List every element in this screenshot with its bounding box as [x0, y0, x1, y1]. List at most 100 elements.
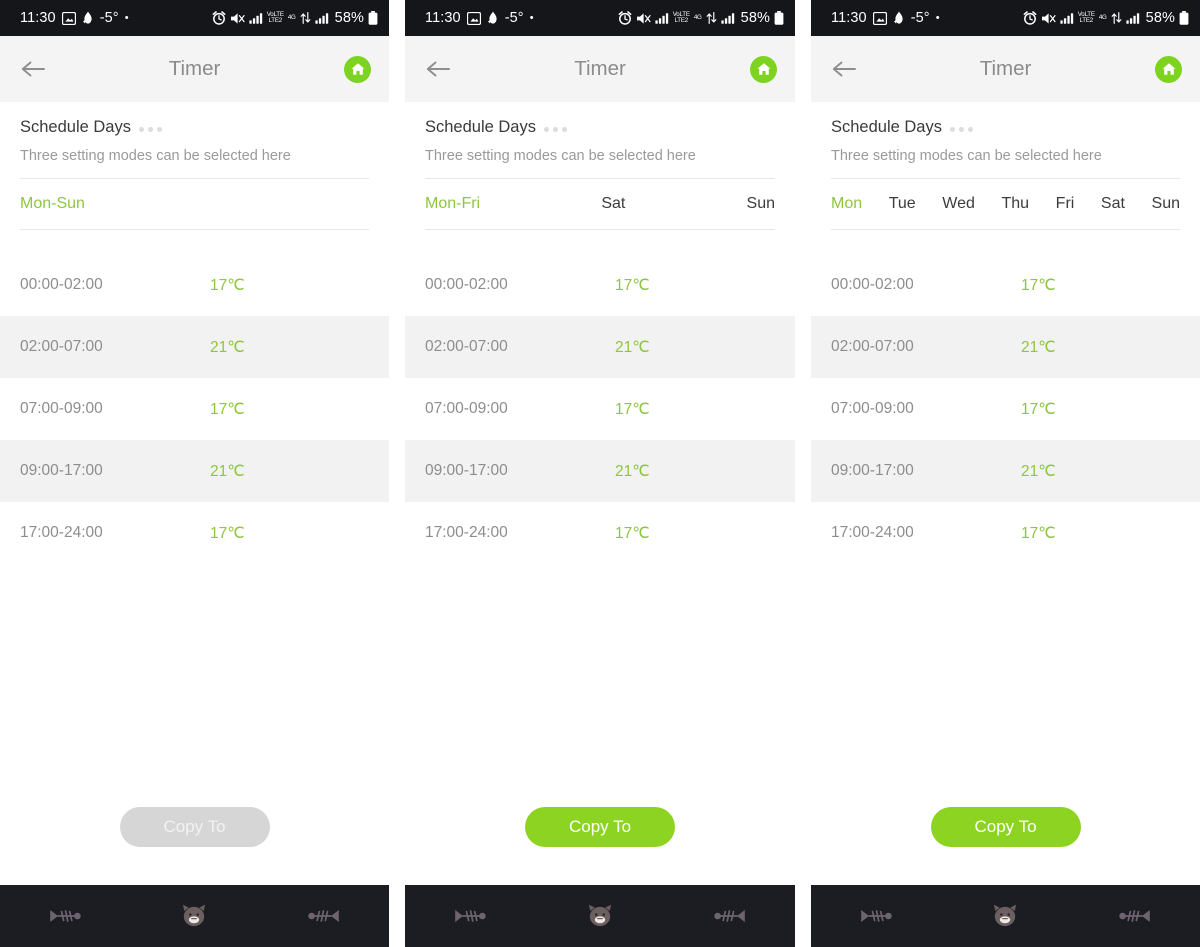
section-title: Schedule Days [425, 118, 536, 136]
table-row[interactable]: 17:00-24:00 17℃ [405, 502, 795, 564]
more-dots-icon[interactable] [543, 124, 567, 132]
schedule-time: 17:00-24:00 [831, 524, 914, 541]
day-tabs: Mon-Sun [20, 178, 369, 230]
home-icon[interactable] [344, 55, 371, 83]
volte-icon: VoLTE LTE2 [672, 10, 690, 24]
day-tab-wed[interactable]: Wed [942, 195, 975, 213]
schedule-temperature: 17℃ [210, 524, 245, 542]
table-row[interactable]: 07:00-09:00 17℃ [811, 378, 1200, 440]
copy-to-button[interactable]: Copy To [525, 807, 675, 847]
home-cat-icon[interactable] [565, 896, 635, 936]
day-tab-mon[interactable]: Mon [831, 195, 862, 213]
section-subtitle: Three setting modes can be selected here [20, 148, 291, 164]
schedule-temperature: 21℃ [1021, 462, 1056, 480]
table-row[interactable]: 02:00-07:00 21℃ [0, 316, 389, 378]
status-time: 11:30 [20, 10, 56, 26]
battery-icon [1179, 11, 1189, 25]
recents-fishbone-icon[interactable] [695, 896, 765, 936]
status-bar: 11:30 -5° • VoLTE LTE2 4G 58% [405, 0, 795, 36]
table-row[interactable]: 17:00-24:00 17℃ [811, 502, 1200, 564]
table-row[interactable]: 17:00-24:00 17℃ [0, 502, 389, 564]
day-tab-sat[interactable]: Sat [1101, 195, 1125, 213]
section-title: Schedule Days [831, 118, 942, 136]
home-icon[interactable] [1155, 55, 1182, 83]
table-row[interactable]: 02:00-07:00 21℃ [405, 316, 795, 378]
battery-percent: 58% [334, 10, 364, 26]
table-row[interactable]: 02:00-07:00 21℃ [811, 316, 1200, 378]
schedule-temperature: 17℃ [1021, 400, 1056, 418]
volte-icon: VoLTE LTE2 [266, 10, 284, 24]
table-row[interactable]: 07:00-09:00 17℃ [0, 378, 389, 440]
table-row[interactable]: 07:00-09:00 17℃ [405, 378, 795, 440]
network-gen-icon: 4G [1098, 13, 1107, 21]
status-bar: 11:30 -5° • VoLTE LTE2 4G 58% [0, 0, 389, 36]
schedule-time: 09:00-17:00 [831, 462, 914, 479]
signal-bars-2-icon [721, 12, 735, 24]
back-arrow-icon[interactable] [18, 54, 48, 84]
schedule-time: 07:00-09:00 [20, 400, 103, 417]
panel-divider [795, 0, 811, 947]
home-cat-icon[interactable] [970, 896, 1040, 936]
schedule-time: 00:00-02:00 [831, 276, 914, 293]
day-tab-mon-sun[interactable]: Mon-Sun [20, 195, 85, 213]
system-nav-bar [405, 885, 795, 947]
back-arrow-icon[interactable] [829, 54, 859, 84]
day-tab-mon-fri[interactable]: Mon-Fri [425, 195, 480, 213]
mute-icon [636, 12, 651, 25]
home-cat-icon[interactable] [159, 896, 229, 936]
table-row[interactable]: 09:00-17:00 21℃ [0, 440, 389, 502]
day-tab-sun[interactable]: Sun [747, 195, 775, 213]
table-row[interactable]: 09:00-17:00 21℃ [811, 440, 1200, 502]
panel-content: Schedule Days Three setting modes can be … [811, 102, 1200, 885]
copy-to-button[interactable]: Copy To [930, 807, 1081, 847]
app-bar: Timer [811, 36, 1200, 102]
schedule-time: 00:00-02:00 [425, 276, 508, 293]
weather-snow-icon [82, 11, 94, 25]
recents-fishbone-icon[interactable] [289, 896, 359, 936]
back-fishbone-icon[interactable] [30, 896, 100, 936]
page-title: Timer [574, 57, 626, 80]
app-bar: Timer [0, 36, 389, 102]
table-row[interactable]: 00:00-02:00 17℃ [811, 254, 1200, 316]
alarm-icon [1023, 11, 1037, 25]
screenshot-icon [872, 11, 887, 25]
network-gen-icon: 4G [287, 13, 296, 21]
status-time: 11:30 [831, 10, 867, 26]
mute-icon [230, 12, 245, 25]
table-row[interactable]: 00:00-02:00 17℃ [405, 254, 795, 316]
data-transfer-icon [300, 12, 311, 24]
schedule-time: 02:00-07:00 [20, 338, 103, 355]
status-bar-right: VoLTE LTE2 4G 58% [1023, 10, 1189, 26]
more-dots-icon[interactable] [138, 124, 162, 132]
back-arrow-icon[interactable] [423, 54, 453, 84]
day-tab-thu[interactable]: Thu [1002, 195, 1030, 213]
home-icon[interactable] [750, 55, 777, 83]
recents-fishbone-icon[interactable] [1100, 896, 1170, 936]
app-bar: Timer [405, 36, 795, 102]
panel-mon-sun: 11:30 -5° • VoLTE LTE2 4G 58% Timer Schedule Day… [0, 0, 389, 947]
back-fishbone-icon[interactable] [435, 896, 505, 936]
back-fishbone-icon[interactable] [841, 896, 911, 936]
day-tab-tue[interactable]: Tue [889, 195, 916, 213]
signal-bars-icon [249, 12, 263, 24]
day-tab-sat[interactable]: Sat [601, 195, 625, 213]
schedule-time: 02:00-07:00 [425, 338, 508, 355]
schedule-days-section: Schedule Days Three setting modes can be … [811, 102, 1200, 164]
panel-each-day: 11:30 -5° • VoLTE LTE2 4G 58% Timer Schedule Day… [811, 0, 1200, 947]
more-dots-icon[interactable] [949, 124, 973, 132]
schedule-list: 00:00-02:00 17℃ 02:00-07:00 21℃ 07:00-09:00 1… [0, 254, 389, 564]
table-row[interactable]: 00:00-02:00 17℃ [0, 254, 389, 316]
status-bar-right: VoLTE LTE2 4G 58% [212, 10, 378, 26]
schedule-temperature: 21℃ [615, 338, 650, 356]
table-row[interactable]: 09:00-17:00 21℃ [405, 440, 795, 502]
copy-to-button: Copy To [119, 807, 270, 847]
battery-percent: 58% [740, 10, 770, 26]
signal-bars-2-icon [315, 12, 329, 24]
day-tabs: Mon-Fri Sat Sun [425, 178, 775, 230]
day-tab-sun[interactable]: Sun [1152, 195, 1180, 213]
day-tab-fri[interactable]: Fri [1056, 195, 1075, 213]
page-title: Timer [168, 57, 221, 80]
panel-content: Schedule Days Three setting modes can be … [405, 102, 795, 885]
section-subtitle: Three setting modes can be selected here [831, 148, 1102, 164]
